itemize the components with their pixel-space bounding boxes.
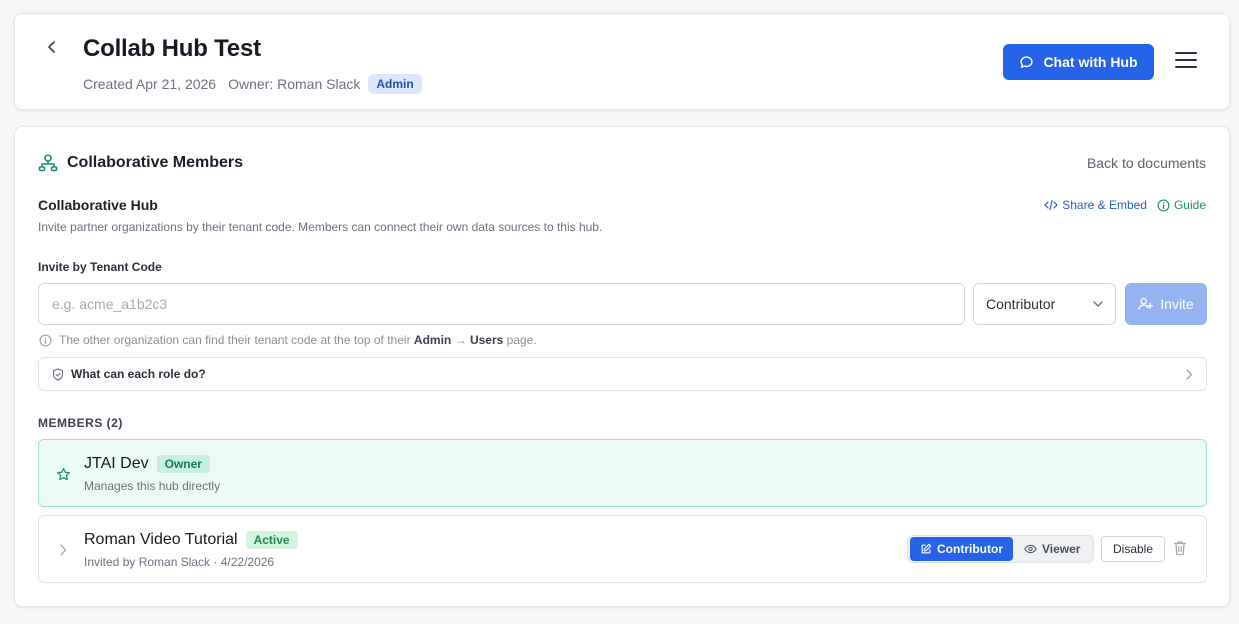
share-embed-label: Share & Embed [1062, 198, 1147, 212]
invite-label: Invite by Tenant Code [38, 260, 162, 274]
member-subtitle: Manages this hub directly [84, 479, 221, 493]
hub-meta: Created Apr 21, 2026 Owner: Roman Slack … [83, 74, 422, 94]
member-name: JTAI Dev [84, 455, 149, 472]
member-subtitle: Invited by Roman Slack · 4/22/2026 [84, 555, 275, 569]
member-row: Roman Video Tutorial Active Invited by R… [38, 515, 1207, 583]
hint-admin: Admin [413, 333, 452, 347]
org-chart-icon [38, 154, 58, 172]
chat-with-hub-button[interactable]: Chat with Hub [1003, 44, 1154, 80]
chevron-left-icon [48, 41, 55, 53]
hub-heading: Collaborative Hub [38, 197, 158, 213]
tenant-code-input[interactable] [38, 283, 965, 325]
info-circle-icon [39, 334, 52, 346]
hint-suffix: page. [506, 333, 537, 347]
status-badge: Active [245, 531, 298, 549]
roles-collapsible[interactable]: What can each role do? [38, 357, 1207, 391]
hint-arrow: → [454, 333, 467, 347]
user-plus-icon [1138, 297, 1154, 310]
invite-button-label: Invite [1160, 296, 1194, 312]
role-select[interactable]: Contributor [973, 283, 1116, 325]
back-to-documents-link[interactable]: Back to documents [1087, 155, 1206, 171]
role-select-value: Contributor [986, 296, 1056, 312]
collaborative-members-card: Collaborative Members Back to documents … [14, 126, 1230, 607]
hint-prefix: The other organization can find their te… [59, 333, 411, 347]
role-badge: Admin [368, 74, 422, 94]
invite-button[interactable]: Invite [1125, 283, 1207, 325]
chevron-right-icon [1186, 368, 1193, 380]
code-icon [1044, 199, 1058, 211]
share-embed-link[interactable]: Share & Embed [1044, 198, 1147, 212]
hub-header-card: Collab Hub Test Created Apr 21, 2026 Own… [14, 13, 1230, 110]
shield-icon [52, 367, 64, 381]
hint-users: Users [469, 333, 504, 347]
owner-badge: Owner [156, 455, 210, 473]
hub-description: Invite partner organizations by their te… [38, 220, 603, 234]
chat-bubble-icon [1020, 55, 1034, 68]
role-option-label: Viewer [1042, 542, 1081, 556]
owner-label: Owner: Roman Slack [228, 76, 361, 92]
role-option-viewer[interactable]: Viewer [1013, 537, 1090, 561]
star-icon [55, 466, 71, 482]
eye-icon [1024, 544, 1037, 554]
tenant-code-hint: The other organization can find their te… [39, 333, 537, 347]
chevron-down-icon [1093, 301, 1103, 307]
guide-label: Guide [1173, 198, 1206, 212]
section-title: Collaborative Members [67, 154, 244, 171]
hub-links: Share & Embed Guide [1044, 198, 1206, 212]
disable-member-button[interactable]: Disable [1101, 536, 1165, 562]
hamburger-menu-icon[interactable] [1175, 52, 1197, 72]
role-option-contributor[interactable]: Contributor [910, 537, 1013, 561]
member-row: JTAI Dev Owner Manages this hub directly [38, 439, 1207, 507]
chevron-right-icon [59, 544, 66, 556]
guide-link[interactable]: Guide [1157, 198, 1206, 212]
trash-icon[interactable] [1173, 540, 1189, 558]
page-title: Collab Hub Test [83, 35, 261, 62]
member-name: Roman Video Tutorial [84, 531, 238, 548]
chat-button-label: Chat with Hub [1043, 54, 1138, 70]
members-heading: MEMBERS (2) [38, 416, 123, 430]
edit-icon [921, 543, 932, 554]
roles-collapse-label: What can each role do? [71, 367, 206, 381]
expand-member-button[interactable] [55, 542, 71, 558]
created-date: Created Apr 21, 2026 [83, 76, 217, 92]
role-option-label: Contributor [937, 542, 1003, 556]
member-role-toggle: Contributor Viewer [907, 535, 1094, 563]
info-circle-icon [1157, 199, 1170, 211]
section-heading: Collaborative Members [38, 154, 243, 172]
back-button[interactable] [45, 40, 59, 54]
